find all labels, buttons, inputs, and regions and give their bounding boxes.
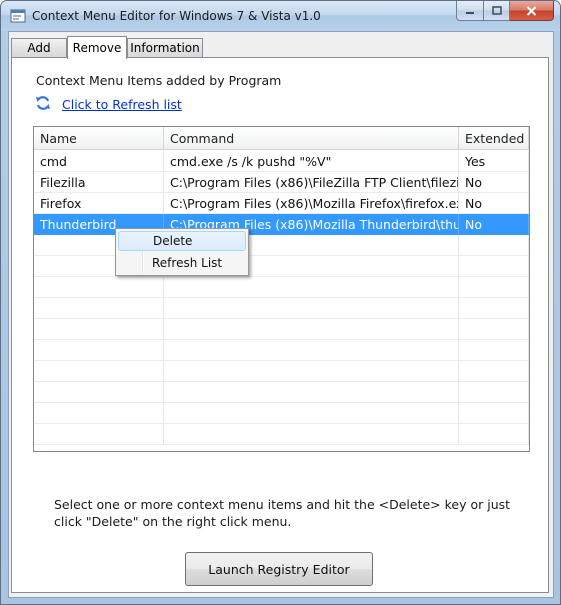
empty-row [34,277,529,298]
row-name: Firefox [34,193,164,214]
row-extended: No [459,193,529,214]
row-command: C:\Program Files (x86)\FileZilla FTP Cli… [164,172,459,193]
column-header-extended[interactable]: Extended [459,127,529,150]
refresh-icon[interactable] [35,95,51,111]
client-area: Add Remove Information Context Menu Item… [8,31,554,598]
empty-row [34,319,529,340]
row-command: cmd.exe /s /k pushd "%V" [164,151,459,172]
refresh-list-link[interactable]: Click to Refresh list [62,97,182,112]
row-name: cmd [34,151,164,172]
empty-row [34,361,529,382]
empty-row [34,403,529,424]
remove-tab-page: Context Menu Items added by Program Clic… [11,57,549,593]
column-header-command[interactable]: Command [164,127,459,150]
context-menu-refresh-list[interactable]: Refresh List [118,253,246,273]
app-window: Context Menu Editor for Windows 7 & Vist… [0,0,561,605]
row-extended: No [459,214,529,235]
list-rows: cmd cmd.exe /s /k pushd "%V" Yes Filezil… [34,151,529,445]
empty-row [34,382,529,403]
list-row-selected[interactable]: Thunderbird C:\Program Files (x86)\Mozil… [34,214,529,235]
context-menu: Delete Refresh List [115,228,249,276]
window-title: Context Menu Editor for Windows 7 & Vist… [32,9,321,23]
context-menu-delete[interactable]: Delete [118,231,246,251]
close-button[interactable] [510,1,554,21]
row-extended: No [459,172,529,193]
row-extended: Yes [459,151,529,172]
list-header: Name Command Extended [34,127,529,151]
close-icon [526,5,537,16]
column-header-name[interactable]: Name [34,127,164,150]
caption-buttons [456,1,554,21]
section-label: Context Menu Items added by Program [36,73,282,88]
tab-remove[interactable]: Remove [67,36,127,59]
list-row[interactable]: Firefox C:\Program Files (x86)\Mozilla F… [34,193,529,214]
launch-registry-editor-button[interactable]: Launch Registry Editor [185,552,373,586]
maximize-icon [491,6,502,15]
app-icon [10,9,26,23]
empty-row [34,340,529,361]
context-items-list[interactable]: Name Command Extended cmd cmd.exe /s /k … [33,126,530,452]
empty-row [34,256,529,277]
row-command: C:\Program Files (x86)\Mozilla Firefox\f… [164,193,459,214]
empty-row [34,235,529,256]
empty-row [34,424,529,445]
minimize-button[interactable] [456,1,484,21]
list-row[interactable]: Filezilla C:\Program Files (x86)\FileZil… [34,172,529,193]
empty-row [34,298,529,319]
help-text: Select one or more context menu items an… [54,497,511,529]
minimize-icon [466,11,474,14]
tab-information[interactable]: Information [127,38,203,57]
maximize-button[interactable] [484,1,510,21]
title-bar[interactable]: Context Menu Editor for Windows 7 & Vist… [1,1,560,31]
tab-add[interactable]: Add [11,38,67,57]
row-name: Filezilla [34,172,164,193]
list-row[interactable]: cmd cmd.exe /s /k pushd "%V" Yes [34,151,529,172]
